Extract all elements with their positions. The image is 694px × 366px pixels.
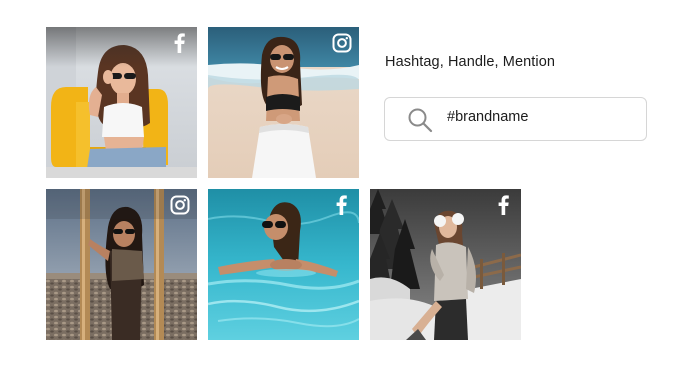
feed-tile-3[interactable]	[46, 189, 197, 340]
hashtag-search-input[interactable]: #brandname	[384, 97, 647, 141]
field-label: Hashtag, Handle, Mention	[385, 54, 556, 70]
search-value: #brandname	[447, 109, 529, 125]
feed-tile-5[interactable]	[370, 189, 521, 340]
feed-tile-2[interactable]	[208, 27, 359, 178]
feed-tile-1[interactable]	[46, 27, 197, 178]
instagram-icon	[332, 33, 352, 53]
facebook-icon	[332, 195, 352, 215]
facebook-icon	[170, 33, 190, 53]
instagram-icon	[170, 195, 190, 215]
facebook-icon	[494, 195, 514, 215]
feed-tile-4[interactable]	[208, 189, 359, 340]
search-icon	[407, 107, 433, 133]
